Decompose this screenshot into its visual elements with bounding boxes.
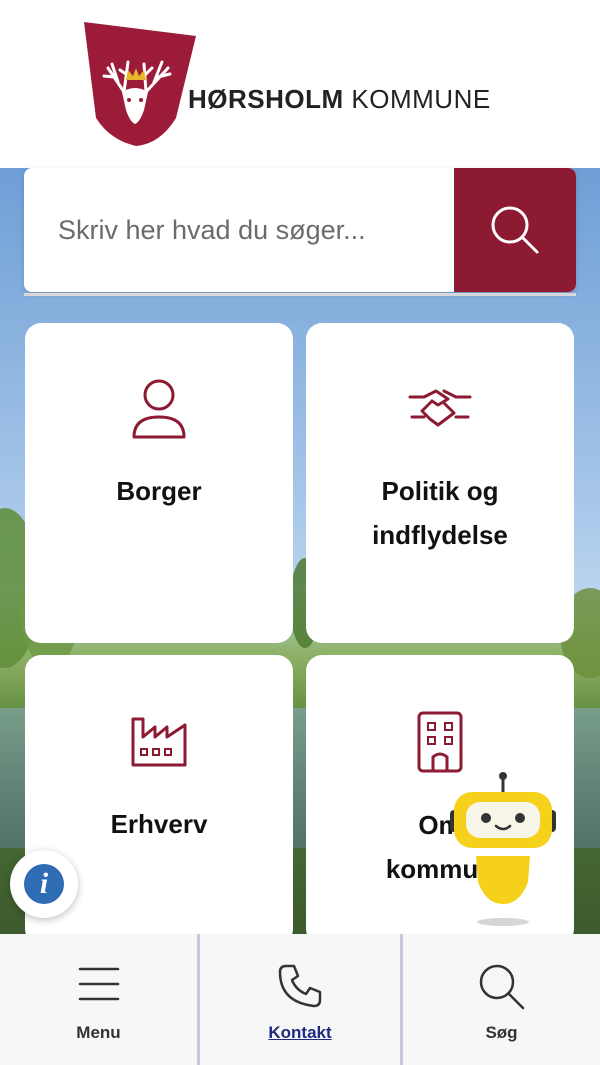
nav-menu-label: Menu <box>76 1023 121 1042</box>
nav-contact-label: Kontakt <box>268 1023 332 1042</box>
search-bar <box>24 168 576 292</box>
robot-icon <box>450 772 556 926</box>
search-underline <box>24 293 576 296</box>
tile-borger[interactable]: Borger <box>25 323 293 643</box>
nav-search[interactable]: Søg <box>403 934 600 1065</box>
tile-label-line2: indflydelse <box>372 520 508 550</box>
tile-label-line1: Erhverv <box>110 809 208 839</box>
header: HØRSHOLM KOMMUNE <box>0 0 600 168</box>
search-input[interactable] <box>24 168 454 292</box>
tile-politik[interactable]: Politik og indflydelse <box>306 323 574 643</box>
phone-icon <box>278 964 322 1008</box>
info-button[interactable]: i <box>10 850 78 918</box>
tile-label-line1: Borger <box>116 476 202 506</box>
search-icon <box>491 206 539 254</box>
municipality-logo[interactable] <box>84 22 196 146</box>
hamburger-menu-icon <box>78 967 119 1001</box>
logo-wordmark-bold: HØRSHOLM <box>188 84 344 114</box>
nav-contact[interactable]: Kontakt <box>200 934 400 1065</box>
nav-search-label: Søg <box>485 1023 518 1042</box>
info-icon: i <box>24 864 64 904</box>
person-icon <box>132 379 186 439</box>
bottom-navigation: Menu Kontakt Søg <box>0 934 600 1065</box>
search-icon <box>479 964 524 1010</box>
chatbot-robot-button[interactable] <box>448 772 558 928</box>
building-icon <box>417 711 463 773</box>
factory-icon <box>131 717 187 767</box>
tile-label-line1: Politik og <box>381 476 499 506</box>
logo-wordmark-rest: KOMMUNE <box>351 84 491 114</box>
handshake-icon <box>408 389 472 427</box>
logo-wordmark: HØRSHOLM KOMMUNE <box>188 84 491 115</box>
deer-crest-icon <box>84 22 196 146</box>
nav-menu[interactable]: Menu <box>0 934 197 1065</box>
search-button[interactable] <box>454 168 576 292</box>
